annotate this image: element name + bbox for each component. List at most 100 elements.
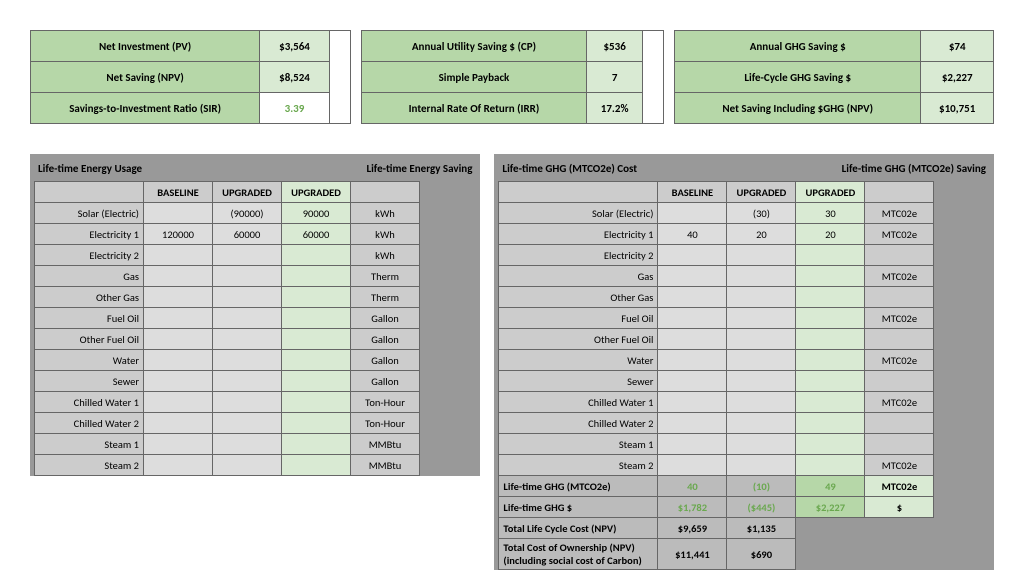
value: 7 bbox=[587, 62, 643, 93]
saving-cell bbox=[796, 455, 865, 476]
row-label: Other Fuel Oil bbox=[35, 329, 144, 350]
label: Annual GHG Saving $ bbox=[675, 31, 921, 62]
row-label: Steam 2 bbox=[35, 455, 144, 476]
saving-cell bbox=[282, 308, 351, 329]
row-label: Other Gas bbox=[35, 287, 144, 308]
label: Savings-to-Investment Ratio (SIR) bbox=[31, 93, 260, 124]
baseline-cell: 40 bbox=[658, 224, 727, 245]
summary-table-investment: Net Investment (PV)$3,564 Net Saving (NP… bbox=[30, 30, 351, 124]
unit-cell: Ton-Hour bbox=[351, 392, 420, 413]
label: Net Saving (NPV) bbox=[31, 62, 260, 93]
baseline-cell bbox=[144, 455, 213, 476]
footer-unit: MTC02e bbox=[865, 476, 934, 497]
upgraded-cell bbox=[727, 413, 796, 434]
baseline-cell bbox=[144, 266, 213, 287]
unit-cell: MMBtu bbox=[351, 455, 420, 476]
saving-cell bbox=[282, 329, 351, 350]
baseline-cell bbox=[658, 308, 727, 329]
unit-cell: MTC02e bbox=[865, 392, 934, 413]
row-label: Water bbox=[35, 350, 144, 371]
energy-grid: BASELINEUPGRADEDUPGRADEDSolar (Electric)… bbox=[34, 181, 420, 476]
baseline-cell bbox=[144, 329, 213, 350]
saving-cell bbox=[796, 413, 865, 434]
row-label: Gas bbox=[499, 266, 658, 287]
panel-title-left: Life-time GHG (MTCO2e) Cost bbox=[502, 162, 637, 175]
row-label: Solar (Electric) bbox=[35, 203, 144, 224]
upgraded-cell bbox=[727, 245, 796, 266]
saving-cell bbox=[282, 455, 351, 476]
saving-cell bbox=[282, 266, 351, 287]
saving-cell bbox=[796, 266, 865, 287]
footer-label: Total Life Cycle Cost (NPV) bbox=[499, 518, 658, 539]
baseline-cell bbox=[658, 350, 727, 371]
baseline-cell bbox=[658, 287, 727, 308]
saving-cell bbox=[796, 434, 865, 455]
row-label: Solar (Electric) bbox=[499, 203, 658, 224]
saving-cell bbox=[282, 434, 351, 455]
upgraded-cell bbox=[213, 371, 282, 392]
saving-cell bbox=[796, 245, 865, 266]
unit-cell: MTC02e bbox=[865, 203, 934, 224]
panel-title-right: Life-time Energy Saving bbox=[366, 162, 472, 175]
upgraded-cell bbox=[213, 392, 282, 413]
baseline-cell bbox=[144, 308, 213, 329]
footer-unit: $ bbox=[865, 497, 934, 518]
unit-cell: MTC02e bbox=[865, 455, 934, 476]
row-label: Electricity 2 bbox=[499, 245, 658, 266]
row-label: Chilled Water 2 bbox=[35, 413, 144, 434]
unit-cell: MTC02e bbox=[865, 350, 934, 371]
label: Simple Payback bbox=[361, 62, 586, 93]
baseline-cell bbox=[144, 287, 213, 308]
saving-cell bbox=[282, 245, 351, 266]
unit-cell: Ton-Hour bbox=[351, 413, 420, 434]
upgraded-cell bbox=[727, 455, 796, 476]
baseline-cell bbox=[144, 392, 213, 413]
column-header bbox=[351, 182, 420, 203]
column-header bbox=[35, 182, 144, 203]
baseline-cell bbox=[658, 329, 727, 350]
unit-cell: MTC02e bbox=[865, 224, 934, 245]
label: Annual Utility Saving $ (CP) bbox=[361, 31, 586, 62]
upgraded-cell: 20 bbox=[727, 224, 796, 245]
unit-cell bbox=[865, 413, 934, 434]
baseline-cell bbox=[144, 371, 213, 392]
saving-cell bbox=[282, 413, 351, 434]
value: 17.2% bbox=[587, 93, 643, 124]
saving-cell: 90000 bbox=[282, 203, 351, 224]
value: $8,524 bbox=[260, 62, 330, 93]
saving-cell bbox=[796, 329, 865, 350]
baseline-cell bbox=[658, 392, 727, 413]
saving-cell bbox=[796, 392, 865, 413]
value: $536 bbox=[587, 31, 643, 62]
baseline-cell bbox=[658, 371, 727, 392]
upgraded-cell bbox=[213, 434, 282, 455]
unit-cell: kWh bbox=[351, 224, 420, 245]
label: Net Saving Including $GHG (NPV) bbox=[675, 93, 921, 124]
footer-val: $9,659 bbox=[658, 518, 727, 539]
baseline-cell: 120000 bbox=[144, 224, 213, 245]
ghg-grid: BASELINEUPGRADEDUPGRADEDSolar (Electric)… bbox=[498, 181, 934, 570]
row-label: Chilled Water 1 bbox=[499, 392, 658, 413]
value: $2,227 bbox=[921, 62, 994, 93]
footer-val: $11,441 bbox=[658, 539, 727, 570]
saving-cell: 30 bbox=[796, 203, 865, 224]
upgraded-cell bbox=[727, 308, 796, 329]
baseline-cell bbox=[144, 413, 213, 434]
column-header: BASELINE bbox=[658, 182, 727, 203]
baseline-cell bbox=[658, 266, 727, 287]
label: Internal Rate Of Return (IRR) bbox=[361, 93, 586, 124]
saving-cell bbox=[796, 308, 865, 329]
unit-cell bbox=[865, 371, 934, 392]
row-label: Gas bbox=[35, 266, 144, 287]
footer-val: $1,782 bbox=[658, 497, 727, 518]
unit-cell: Gallon bbox=[351, 350, 420, 371]
saving-cell bbox=[796, 287, 865, 308]
spacer bbox=[329, 31, 350, 124]
upgraded-cell bbox=[727, 266, 796, 287]
footer-val: 49 bbox=[796, 476, 865, 497]
saving-cell bbox=[796, 371, 865, 392]
unit-cell: Gallon bbox=[351, 308, 420, 329]
row-label: Fuel Oil bbox=[499, 308, 658, 329]
unit-cell: MTC02e bbox=[865, 308, 934, 329]
upgraded-cell bbox=[213, 455, 282, 476]
